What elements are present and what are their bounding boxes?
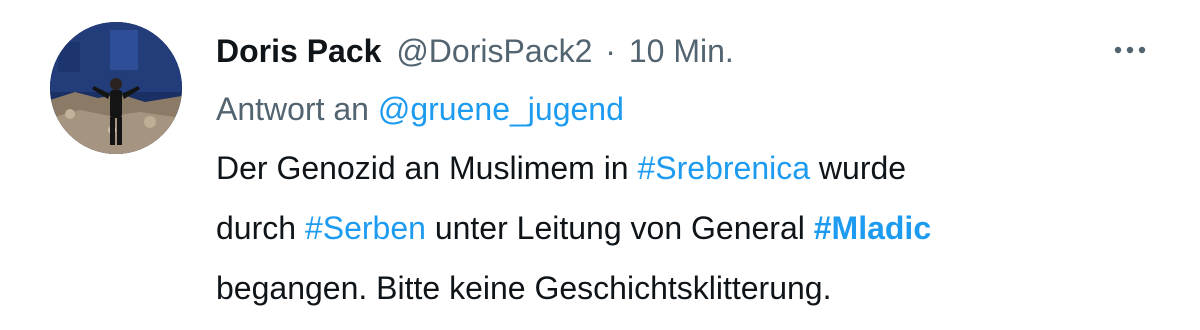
avatar-photo <box>50 22 182 154</box>
more-options-button[interactable] <box>1106 32 1154 68</box>
tweet-timestamp[interactable]: 10 Min. <box>629 33 734 69</box>
hashtag-serben-link[interactable]: #Serben <box>305 210 426 246</box>
tweet-header: Doris Pack @DorisPack2 · 10 Min. <box>216 22 1160 80</box>
tweet-text: Der Genozid an Muslimem in #Srebrenica w… <box>216 138 1156 318</box>
hashtag-mladic-link[interactable]: #Mladic <box>814 210 931 246</box>
tweet-content: Doris Pack @DorisPack2 · 10 Min. Antwort… <box>216 22 1160 318</box>
reply-mention-link[interactable]: @gruene_jugend <box>378 91 624 127</box>
author-handle[interactable]: @DorisPack2 <box>396 33 592 69</box>
text-segment: durch <box>216 210 305 246</box>
tweet-text-line: durch #Serben unter Leitung von General … <box>216 198 1156 258</box>
text-segment: Der Genozid an Muslimem in <box>216 150 638 186</box>
header-separator: · <box>605 33 616 69</box>
tweet-text-line: begangen. Bitte keine Geschichtsklitteru… <box>216 258 1156 318</box>
reply-context: Antwort an @gruene_jugend <box>216 80 1160 138</box>
hashtag-srebrenica-link[interactable]: #Srebrenica <box>637 150 810 186</box>
more-horizontal-icon <box>1114 46 1146 54</box>
tweet[interactable]: Doris Pack @DorisPack2 · 10 Min. Antwort… <box>0 0 1200 330</box>
author-name[interactable]: Doris Pack <box>216 33 381 69</box>
text-segment: begangen. Bitte keine Geschichtsklitteru… <box>216 270 832 306</box>
avatar[interactable] <box>50 22 182 154</box>
tweet-text-line: Der Genozid an Muslimem in #Srebrenica w… <box>216 138 1156 198</box>
reply-prefix: Antwort an <box>216 91 369 127</box>
text-segment: wurde <box>810 150 907 186</box>
text-segment: unter Leitung von General <box>425 210 814 246</box>
